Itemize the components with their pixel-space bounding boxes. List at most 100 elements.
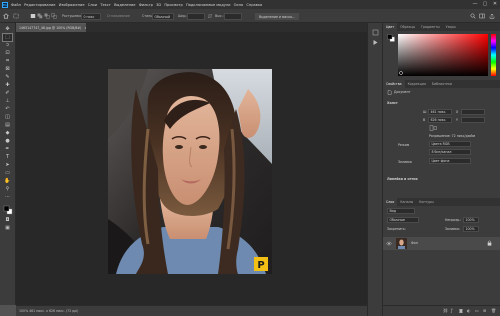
hue-slider[interactable] bbox=[491, 34, 496, 76]
canvas-width-input[interactable]: 461 пикс. bbox=[428, 109, 452, 115]
lock-icon[interactable] bbox=[487, 240, 492, 246]
layer-row-background[interactable]: Фон bbox=[383, 237, 500, 250]
document-image[interactable]: P bbox=[108, 69, 272, 274]
menu-plugins[interactable]: Подключаемые модули bbox=[186, 3, 230, 7]
portrait-photo: P bbox=[108, 69, 272, 274]
quick-mask-icon[interactable]: ◘ bbox=[3, 217, 12, 224]
style-select[interactable]: Обычный bbox=[152, 12, 174, 20]
fill-percent-input[interactable]: 100% bbox=[463, 226, 479, 232]
object-selection-tool-icon[interactable]: ⊡ bbox=[3, 50, 12, 57]
new-group-icon[interactable]: ▭ bbox=[475, 308, 479, 313]
menu-type[interactable]: Текст bbox=[100, 3, 111, 7]
color-swatches-icon[interactable] bbox=[3, 205, 13, 215]
resolution-label: Разрешение: 72 пикс/дюйм bbox=[429, 134, 475, 138]
screen-mode-icon[interactable]: ▣ bbox=[3, 225, 12, 232]
link-layers-icon[interactable]: ⛓ bbox=[443, 308, 448, 313]
move-tool-icon[interactable]: ✥ bbox=[3, 26, 12, 33]
tab-patterns[interactable]: Узоры bbox=[443, 23, 459, 31]
tab-properties[interactable]: Свойства bbox=[383, 80, 405, 88]
mode-select[interactable]: Цвета RGB bbox=[429, 141, 471, 147]
menu-image[interactable]: Изображение bbox=[59, 3, 85, 7]
minimize-button[interactable]: — bbox=[470, 0, 480, 9]
menu-edit[interactable]: Редактирование bbox=[24, 3, 55, 7]
eraser-tool-icon[interactable]: ◫ bbox=[3, 114, 12, 121]
rectangle-tool-icon[interactable]: ▭ bbox=[3, 170, 12, 177]
menu-window[interactable]: Окно bbox=[234, 3, 244, 7]
tab-gradients[interactable]: Градиенты bbox=[418, 23, 443, 31]
workspace-icon[interactable] bbox=[479, 13, 485, 19]
eyedropper-tool-icon[interactable]: ✎ bbox=[3, 74, 12, 81]
blend-mode-select[interactable]: Обычные bbox=[387, 217, 419, 223]
orientation-icon[interactable] bbox=[429, 125, 437, 131]
dodge-tool-icon[interactable]: ● bbox=[3, 138, 12, 145]
add-selection-icon[interactable] bbox=[37, 13, 43, 19]
gradient-tool-icon[interactable]: ▤ bbox=[3, 122, 12, 129]
tab-color[interactable]: Цвет bbox=[383, 23, 398, 31]
type-tool-icon[interactable]: T bbox=[3, 154, 12, 161]
search-icon[interactable] bbox=[470, 13, 476, 19]
menu-view[interactable]: Просмотр bbox=[164, 3, 182, 7]
rulers-grids-header[interactable]: Линейки и сетки bbox=[387, 177, 418, 181]
marquee-tool-preset-icon[interactable] bbox=[13, 13, 19, 19]
new-layer-icon[interactable]: ⊞ bbox=[483, 308, 486, 313]
menu-3d[interactable]: 3D bbox=[156, 3, 161, 7]
tab-layers[interactable]: Слои bbox=[383, 198, 398, 206]
color-picker-field[interactable] bbox=[398, 34, 488, 76]
clone-stamp-tool-icon[interactable]: ⊥ bbox=[3, 98, 12, 105]
swap-dimensions-icon[interactable] bbox=[207, 13, 213, 19]
maximize-button[interactable]: ▢ bbox=[480, 0, 490, 9]
document-tab[interactable]: 1465147747_46.jpg @ 100% (RGB/8#) × bbox=[16, 23, 87, 32]
intersect-selection-icon[interactable] bbox=[51, 13, 57, 19]
spot-healing-brush-icon[interactable]: ✚ bbox=[3, 82, 12, 89]
pen-tool-icon[interactable]: ✒ bbox=[3, 146, 12, 153]
select-and-mask-button[interactable]: Выделение и маска... bbox=[255, 12, 299, 20]
width-input[interactable] bbox=[187, 12, 205, 20]
canvas-section-header[interactable]: Холст bbox=[387, 101, 398, 105]
adjustment-layer-icon[interactable]: ◐ bbox=[467, 308, 471, 313]
rectangular-marquee-tool-icon[interactable]: ⬚ bbox=[2, 33, 13, 42]
canvas-height-input[interactable]: 626 пикс. bbox=[428, 117, 452, 123]
tab-channels[interactable]: Каналы bbox=[397, 198, 416, 206]
delete-layer-icon[interactable]: 🗑 bbox=[491, 308, 496, 313]
add-mask-icon[interactable]: ◙ bbox=[459, 308, 463, 313]
history-brush-tool-icon[interactable]: ↶ bbox=[3, 106, 12, 113]
eye-icon[interactable] bbox=[386, 241, 392, 246]
layer-filter-select[interactable]: Вид bbox=[387, 208, 415, 214]
home-icon[interactable] bbox=[3, 13, 9, 19]
layer-style-icon[interactable]: ƒ bbox=[451, 308, 452, 313]
menu-help[interactable]: Справка bbox=[246, 3, 262, 7]
canvas-x-input[interactable] bbox=[461, 109, 485, 115]
bit-depth-select[interactable]: 8 бит/канал bbox=[429, 149, 471, 155]
blur-tool-icon[interactable]: ◆ bbox=[3, 130, 12, 137]
right-panel-dock: Цвет Образцы Градиенты Узоры Свойства Ко… bbox=[383, 23, 500, 316]
hand-tool-icon[interactable]: ✋ bbox=[3, 178, 12, 185]
actions-panel-icon[interactable] bbox=[372, 39, 379, 46]
tab-paths[interactable]: Контуры bbox=[416, 198, 437, 206]
new-selection-icon[interactable] bbox=[30, 13, 36, 19]
fg-bg-color-icon[interactable] bbox=[387, 34, 395, 42]
zoom-tool-icon[interactable]: ⚲ bbox=[3, 186, 12, 193]
lasso-tool-icon[interactable]: ↄ bbox=[3, 42, 12, 49]
tab-swatches[interactable]: Образцы bbox=[397, 23, 418, 31]
menu-file[interactable]: Файл bbox=[11, 3, 21, 7]
antialias-checkbox-label[interactable]: Сглаживание bbox=[107, 14, 130, 18]
fill-select[interactable]: Цвет фона bbox=[429, 158, 471, 164]
menu-layers[interactable]: Слои bbox=[88, 3, 97, 7]
history-panel-icon[interactable] bbox=[372, 29, 379, 36]
more-tools-icon[interactable]: ⋯ bbox=[3, 194, 12, 201]
tab-libraries[interactable]: Библиотеки bbox=[429, 80, 455, 88]
frame-tool-icon[interactable]: ⊠ bbox=[3, 66, 12, 73]
brush-tool-icon[interactable]: ✐ bbox=[3, 90, 12, 97]
menu-filter[interactable]: Фильтр bbox=[139, 3, 153, 7]
crop-tool-icon[interactable]: ⌗ bbox=[3, 58, 12, 65]
menu-select[interactable]: Выделение bbox=[114, 3, 135, 7]
tab-adjustments[interactable]: Коррекция bbox=[405, 80, 429, 88]
canvas-y-input[interactable] bbox=[461, 117, 485, 123]
share-icon[interactable] bbox=[489, 13, 495, 19]
height-input[interactable] bbox=[224, 12, 242, 20]
close-window-button[interactable]: ✕ bbox=[490, 0, 500, 9]
opacity-input[interactable]: 100% bbox=[463, 217, 479, 223]
feather-input[interactable]: 0 пикс bbox=[81, 12, 101, 20]
path-selection-tool-icon[interactable]: ➤ bbox=[3, 162, 12, 169]
subtract-selection-icon[interactable] bbox=[44, 13, 50, 19]
